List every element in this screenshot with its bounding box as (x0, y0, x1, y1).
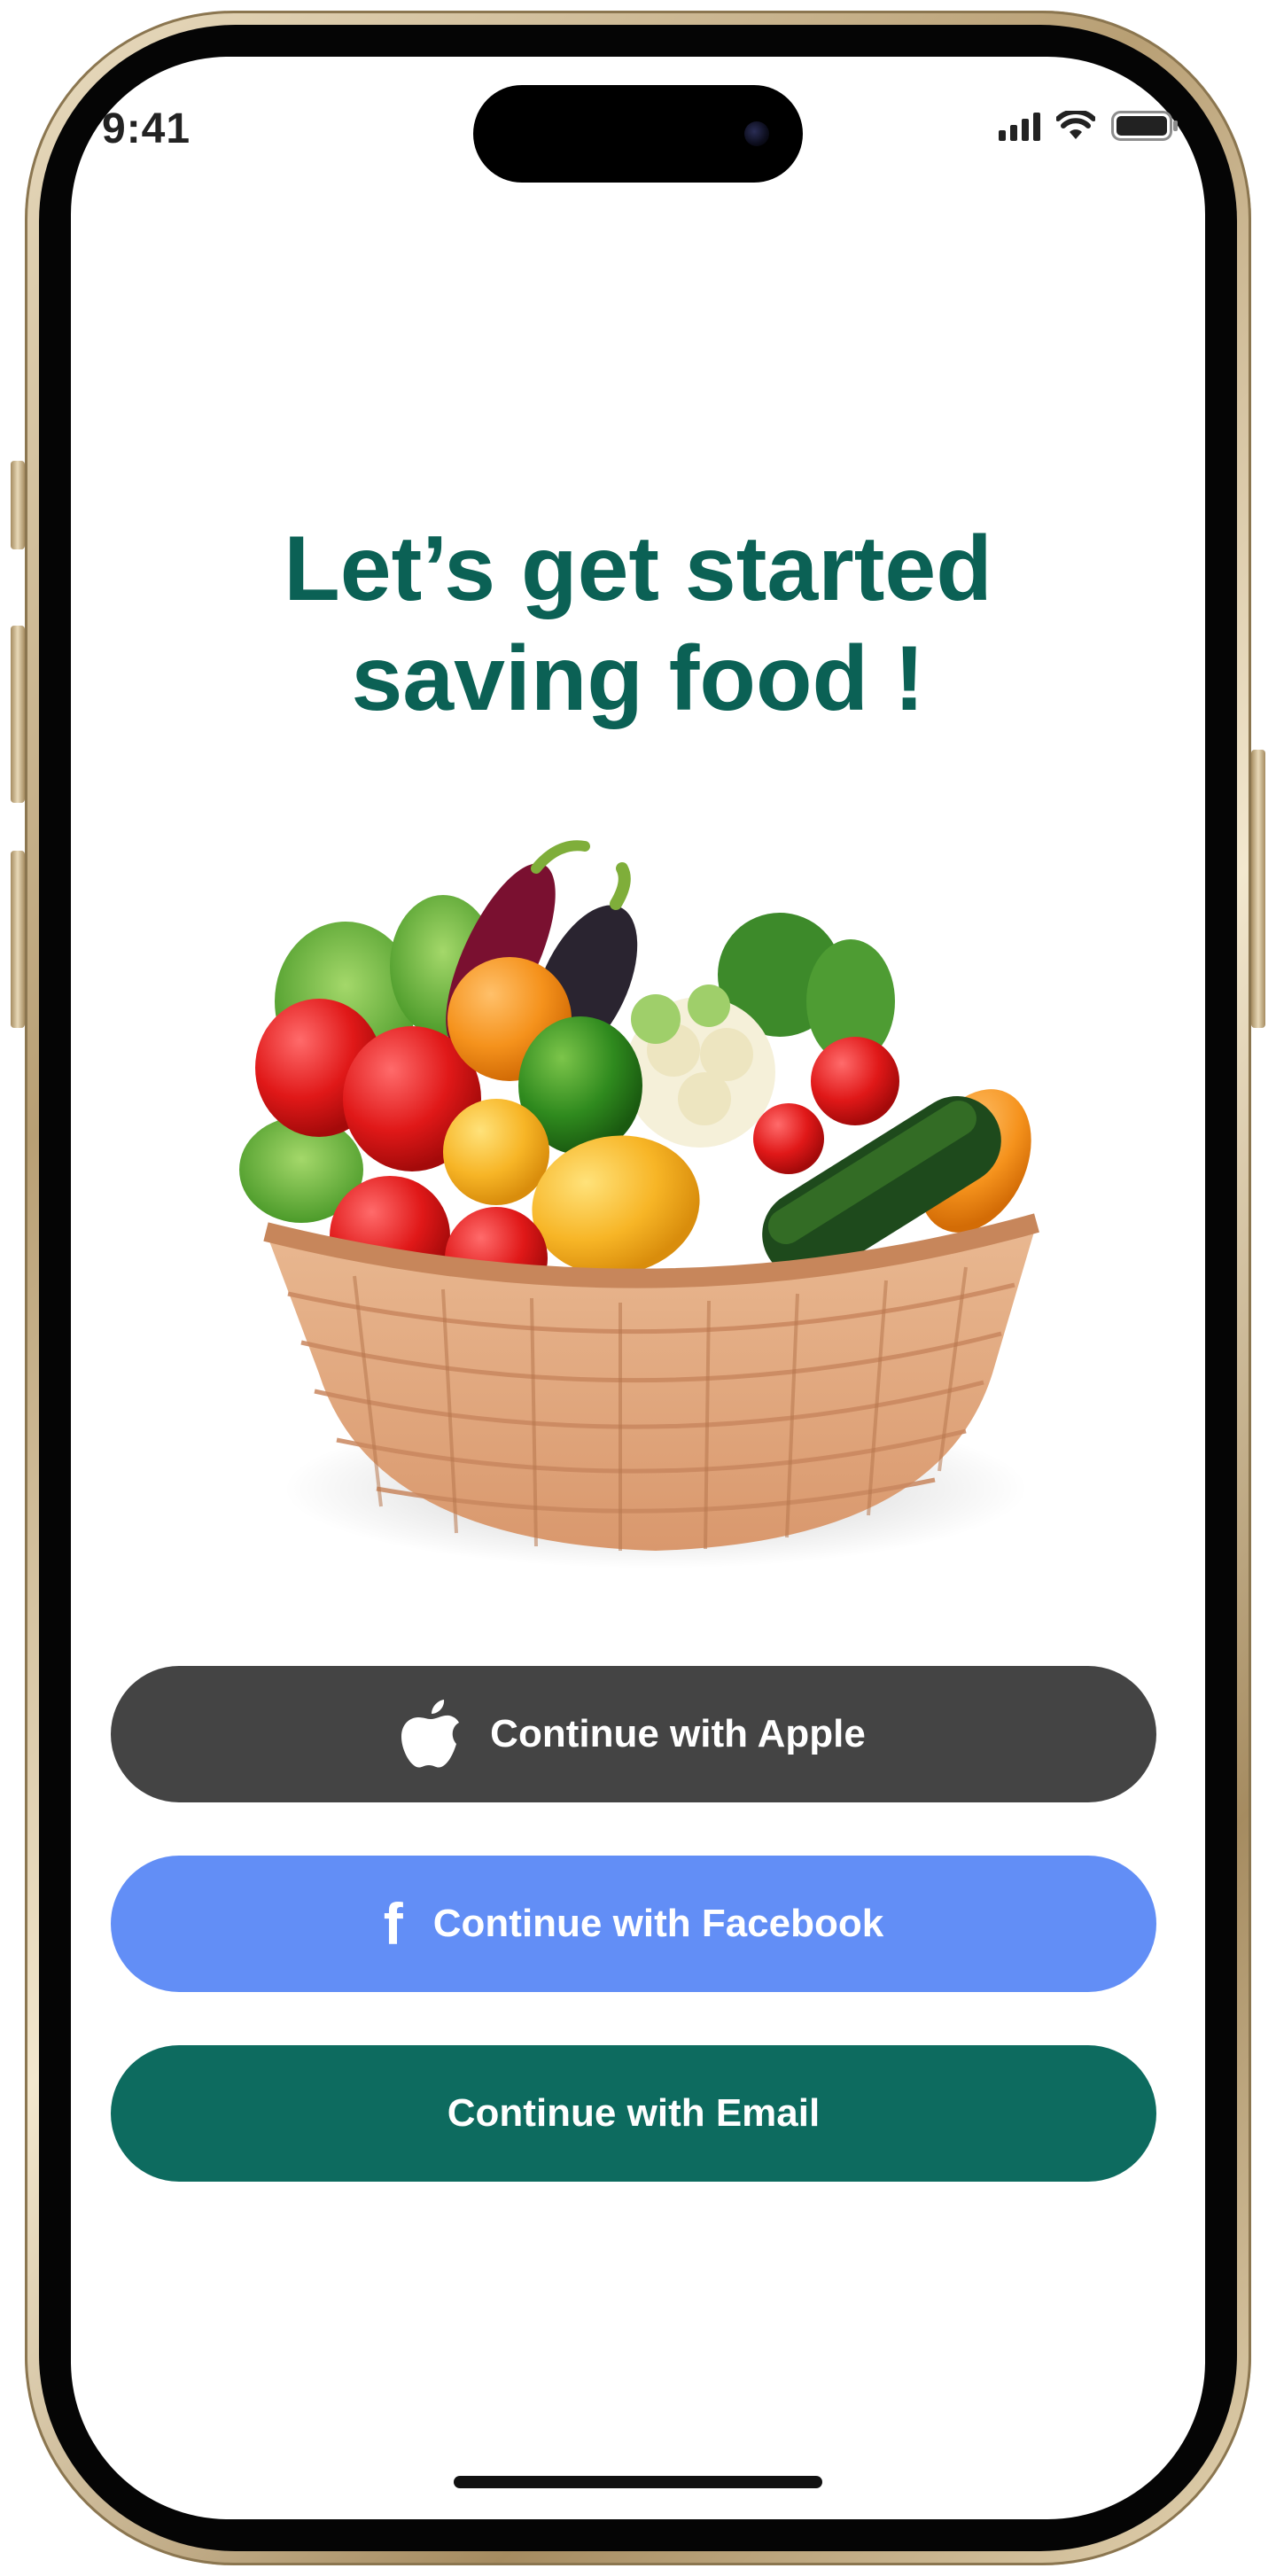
continue-with-facebook-button[interactable]: f Continue with Facebook (111, 1856, 1156, 1992)
status-time: 9:41 (102, 105, 191, 152)
home-indicator[interactable] (454, 2476, 822, 2488)
action-button (11, 461, 25, 549)
facebook-icon: f (383, 1891, 403, 1957)
continue-with-facebook-label: Continue with Facebook (432, 1902, 884, 1945)
cellular-signal-icon (999, 111, 1040, 141)
continue-with-email-button[interactable]: Continue with Email (111, 2045, 1156, 2182)
dynamic-island (473, 85, 803, 183)
front-camera-icon (744, 121, 769, 146)
headline-line-1: Let’s get started (284, 518, 992, 620)
continue-with-apple-button[interactable]: Continue with Apple (111, 1666, 1156, 1802)
volume-up-button (11, 626, 25, 803)
apple-icon (401, 1700, 460, 1769)
wifi-icon (1056, 111, 1095, 141)
continue-with-email-label: Continue with Email (447, 2091, 821, 2135)
volume-down-button (11, 851, 25, 1028)
battery-icon (1111, 111, 1179, 141)
status-icons (999, 108, 1179, 144)
headline-line-2: saving food ! (351, 627, 925, 730)
continue-with-apple-label: Continue with Apple (490, 1712, 866, 1755)
page-title: Let’s get started saving food ! (177, 514, 1099, 734)
power-button (1251, 750, 1265, 1028)
vegetable-basket-illustration (239, 840, 1039, 1568)
